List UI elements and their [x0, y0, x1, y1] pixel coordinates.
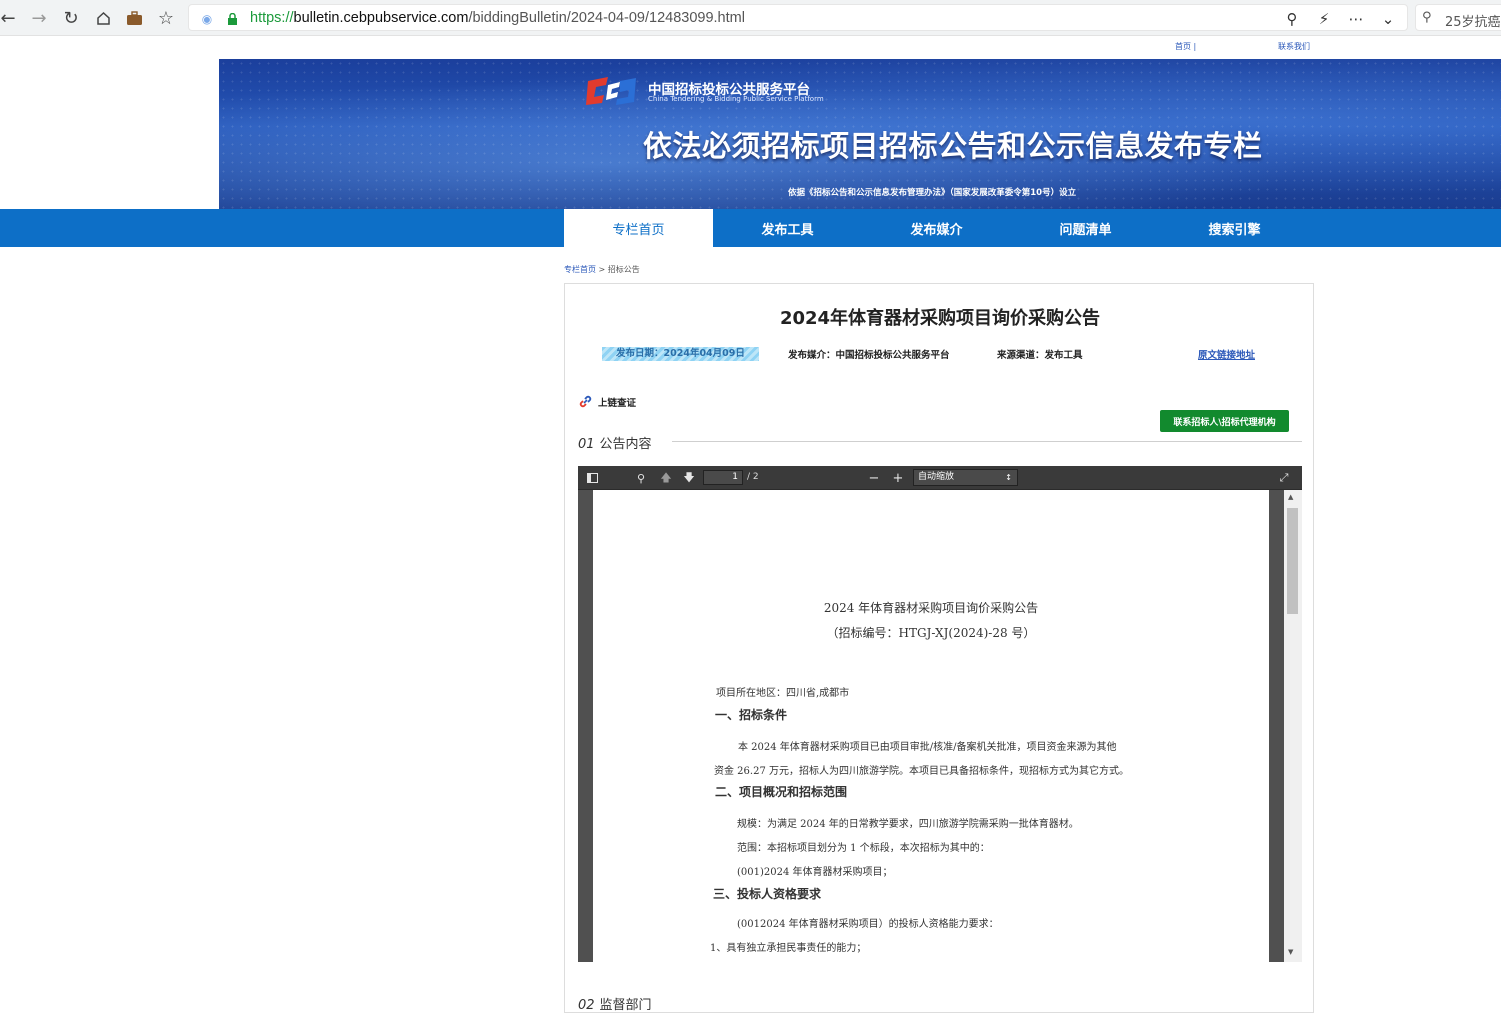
lock-icon — [223, 10, 241, 28]
doc-para: 1、具有独立承担民事责任的能力； — [710, 943, 867, 954]
breadcrumb-separator: > — [598, 265, 606, 274]
publish-date: 发布日期：2024年04月09日 — [602, 347, 759, 361]
chain-link-icon — [579, 395, 592, 408]
source-channel: 来源渠道：发布工具 — [997, 350, 1083, 361]
original-link[interactable]: 原文链接地址 — [1198, 347, 1255, 361]
top-link-contact[interactable]: 联系我们 — [1278, 41, 1310, 52]
chain-verify[interactable]: 上链查证 — [578, 394, 636, 409]
doc-para: 范围：本招标项目划分为 1 个标段，本次招标为其中的： — [737, 843, 990, 854]
banner-title: 依法必须招标项目招标公告和公示信息发布专栏 — [643, 129, 1263, 163]
side-search-box[interactable]: ⚲ 25岁抗癌 — [1415, 4, 1501, 31]
nav-column-home[interactable]: 专栏首页 — [564, 209, 713, 247]
lightning-icon[interactable]: ⚡ — [1315, 10, 1333, 28]
scroll-thumb[interactable] — [1287, 508, 1298, 614]
pdf-toolbar: ⚲ 🡅 🡇 1 / 2 − + 自动缩放 ⤢ — [578, 466, 1302, 490]
org-name-en: China Tendering & Bidding Public Service… — [648, 95, 824, 103]
browser-toolbar: ← → ↻ ☆ ◉ https://bulletin.cebpubservice… — [0, 0, 1501, 36]
doc-heading-2: 二、项目概况和招标范围 — [715, 785, 848, 799]
previous-page-icon[interactable]: 🡅 — [658, 470, 674, 486]
section-supervision-heading: 02 监督部门 — [578, 994, 652, 1013]
forward-icon[interactable]: → — [27, 6, 51, 30]
page-number-input[interactable]: 1 — [703, 470, 743, 485]
header-banner: 中国招标投标公共服务平台 China Tendering & Bidding P… — [219, 59, 1501, 209]
url-text[interactable]: https://bulletin.cebpubservice.com/biddi… — [250, 10, 745, 26]
section-divider — [672, 441, 1302, 442]
briefcase-icon[interactable] — [122, 6, 146, 30]
nav-question-list[interactable]: 问题清单 — [1011, 209, 1160, 247]
chain-verify-label: 上链查证 — [598, 397, 637, 409]
doc-para: 资金 26.27 万元，招标人为四川旅游学院。本项目已具备招标条件，现招标方式为… — [714, 766, 1129, 777]
url-path: /biddingBulletin/2024-04-09/12483099.htm… — [468, 10, 745, 26]
main-nav: 专栏首页 发布工具 发布媒介 问题清单 搜索引擎 — [0, 209, 1501, 247]
search-icon[interactable]: ⚲ — [1283, 10, 1301, 28]
top-link-home[interactable]: 首页 | — [1175, 41, 1196, 52]
search-icon: ⚲ — [1422, 10, 1432, 25]
section-label: 公告内容 — [599, 437, 652, 452]
article-panel: 2024年体育器材采购项目询价采购公告 发布日期：2024年04月09日 发布媒… — [564, 283, 1314, 1013]
breadcrumb-current: 招标公告 — [607, 265, 640, 274]
url-host: bulletin.cebpubservice.com — [293, 10, 469, 26]
scroll-up-icon[interactable]: ▲ — [1288, 493, 1293, 501]
section-number: 01 — [578, 437, 595, 452]
site-info-icon[interactable]: ◉ — [198, 10, 216, 28]
more-icon[interactable]: ⋯ — [1347, 10, 1365, 28]
doc-para: 本 2024 年体育器材采购项目已由项目审批/核准/备案机关批准，项目资金来源为… — [738, 742, 1117, 753]
pdf-viewer: ⚲ 🡅 🡇 1 / 2 − + 自动缩放 ⤢ 2024 年体育器材采购项目询价采… — [578, 466, 1302, 962]
url-protocol: https:// — [250, 10, 294, 26]
chevron-down-icon[interactable]: ⌄ — [1379, 10, 1397, 28]
doc-para: (001)2024 年体育器材采购项目； — [737, 867, 893, 878]
bookmark-star-icon[interactable]: ☆ — [154, 6, 178, 30]
find-icon[interactable]: ⚲ — [633, 470, 649, 486]
back-icon[interactable]: ← — [0, 6, 20, 30]
section-content-heading: 01 公告内容 — [578, 433, 652, 452]
reload-icon[interactable]: ↻ — [59, 6, 83, 30]
pdf-page: 2024 年体育器材采购项目询价采购公告 （招标编号：HTGJ-XJ(2024)… — [593, 490, 1269, 962]
zoom-in-icon[interactable]: + — [890, 470, 906, 486]
next-page-icon[interactable]: 🡇 — [681, 470, 697, 486]
doc-heading-3: 三、投标人资格要求 — [713, 887, 822, 901]
nav-publish-tools[interactable]: 发布工具 — [713, 209, 862, 247]
doc-region: 项目所在地区：四川省,成都市 — [716, 688, 850, 699]
scroll-down-icon[interactable]: ▼ — [1288, 948, 1293, 956]
banner-basis: 依据《招标公告和公示信息发布管理办法》（国家发展改革委令第10号）设立 — [788, 188, 1077, 198]
section-label: 监督部门 — [599, 998, 652, 1013]
article-title: 2024年体育器材采购项目询价采购公告 — [779, 308, 1101, 329]
home-icon[interactable] — [91, 6, 115, 30]
breadcrumb: 专栏首页 > 招标公告 — [564, 264, 640, 275]
nav-publish-media[interactable]: 发布媒介 — [862, 209, 1011, 247]
publish-media: 发布媒介：中国招标投标公共服务平台 — [788, 350, 950, 361]
zoom-select[interactable]: 自动缩放 — [913, 469, 1018, 486]
address-bar[interactable]: ◉ https://bulletin.cebpubservice.com/bid… — [188, 4, 1408, 31]
breadcrumb-home[interactable]: 专栏首页 — [564, 265, 596, 274]
doc-code: （招标编号：HTGJ-XJ(2024)-28 号） — [826, 626, 1036, 640]
nav-search-engine[interactable]: 搜索引擎 — [1160, 209, 1309, 247]
contact-tenderer-button[interactable]: 联系招标人\招标代理机构 — [1160, 410, 1289, 432]
platform-logo-icon — [586, 77, 636, 105]
section-number: 02 — [578, 998, 595, 1013]
doc-title: 2024 年体育器材采购项目询价采购公告 — [823, 601, 1039, 615]
zoom-out-icon[interactable]: − — [866, 470, 882, 486]
fullscreen-icon[interactable]: ⤢ — [1276, 470, 1292, 486]
pdf-scrollbar[interactable]: ▲ ▼ — [1284, 490, 1302, 962]
side-search-text: 25岁抗癌 — [1445, 15, 1501, 30]
doc-para: 规模：为满足 2024 年的日常教学要求，四川旅游学院需采购一批体育器材。 — [737, 819, 1079, 830]
page-total: / 2 — [747, 472, 759, 482]
doc-para: (0012024 年体育器材采购项目）的投标人资格能力要求： — [737, 919, 999, 930]
sidebar-toggle-icon[interactable] — [584, 470, 600, 486]
doc-heading-1: 一、招标条件 — [715, 708, 788, 722]
